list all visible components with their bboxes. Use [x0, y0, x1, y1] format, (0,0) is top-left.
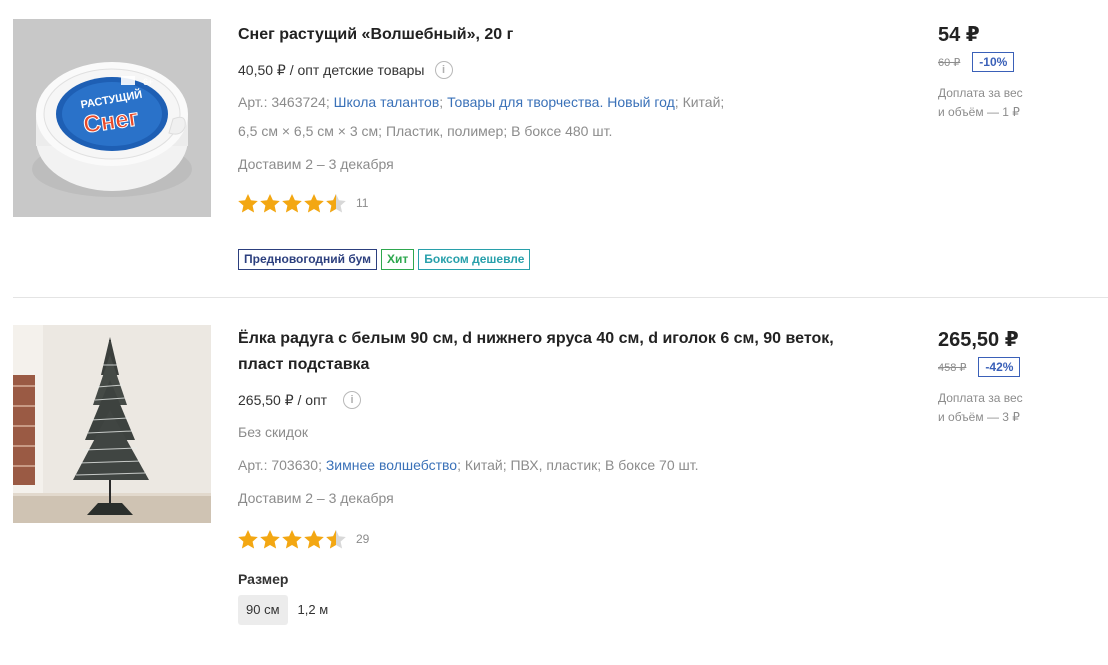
delivery-date: Доставим 2 – 3 декабря: [238, 490, 394, 506]
tag-preholiday[interactable]: Предновогодний бум: [238, 249, 377, 270]
star-icon: [282, 529, 302, 548]
star-icon: [304, 193, 324, 212]
size-option-90cm[interactable]: 90 см: [238, 595, 288, 625]
rating[interactable]: 29: [238, 529, 858, 549]
product-image-snow[interactable]: РАСТУЩИЙ Снег 6+: [13, 19, 211, 217]
delivery-date: Доставим 2 – 3 декабря: [238, 156, 394, 172]
no-discount: Без скидок: [238, 424, 308, 440]
reviews-count: 11: [356, 196, 369, 210]
size-option-1-2m[interactable]: 1,2 м: [290, 595, 337, 625]
price-block-2: 265,50 ₽ 458 ₽ -42% Доплата за вес и объ…: [938, 327, 1108, 427]
info-icon[interactable]: i: [434, 61, 453, 79]
star-icon: [238, 193, 258, 212]
price: 54 ₽: [938, 24, 980, 46]
star-icon: [260, 529, 280, 548]
old-price: 458 ₽: [938, 361, 967, 374]
star-icon: [304, 529, 324, 548]
product-title[interactable]: Ёлка радуга с белым 90 см, d нижнего яру…: [238, 326, 858, 378]
extra-charge: Доплата за вес и объём — 1 ₽: [938, 86, 1023, 119]
rating[interactable]: 11: [238, 193, 858, 213]
specs: 6,5 см × 6,5 см × 3 см; Пластик, полимер…: [238, 123, 613, 139]
size-selector: 90 см 1,2 м: [238, 595, 858, 625]
discount-badge: -10%: [972, 52, 1015, 72]
tags: Предновогодний бум Хит Боксом дешевле: [238, 249, 531, 270]
reviews-count: 29: [356, 532, 370, 546]
half-star-icon: [326, 529, 346, 548]
product-card-2: Ёлка радуга с белым 90 см, d нижнего яру…: [0, 298, 1108, 665]
image-badge: 6+: [143, 77, 153, 87]
opt-price: 40,50 ₽ / опт детские товары: [238, 61, 425, 78]
opt-price-row: 40,50 ₽ / опт детские товары i: [238, 60, 858, 80]
half-star-icon: [326, 193, 346, 212]
article: Арт.: 3463724;: [238, 94, 330, 110]
star-icon: [282, 193, 302, 212]
brand-link[interactable]: Зимнее волшебство: [326, 457, 457, 473]
specs: ; Китай; ПВХ, пластик; В боксе 70 шт.: [457, 457, 699, 473]
star-icon: [260, 193, 280, 212]
product-info-1: Снег растущий «Волшебный», 20 г 40,50 ₽ …: [238, 22, 858, 213]
star-icon: [238, 529, 258, 548]
opt-price: 265,50 ₽ / опт: [238, 391, 328, 408]
info-icon[interactable]: i: [343, 391, 362, 409]
country: Китай;: [682, 94, 725, 110]
category-link[interactable]: Товары для творчества. Новый год: [447, 94, 675, 110]
size-label: Размер: [238, 571, 289, 587]
opt-price-row: 265,50 ₽ / опт i: [238, 390, 858, 410]
article: Арт.: 703630;: [238, 457, 322, 473]
product-image-tree[interactable]: [13, 325, 211, 523]
discount-badge: -42%: [978, 357, 1021, 377]
product-specs: Арт.: 703630; Зимнее волшебство; Китай; …: [238, 451, 858, 480]
price-block-1: 54 ₽ 60 ₽ -10% Доплата за вес и объём — …: [938, 22, 1108, 122]
product-card-1: РАСТУЩИЙ Снег 6+ Снег растущий «Волшебны…: [0, 0, 1108, 297]
old-price: 60 ₽: [938, 56, 961, 69]
extra-charge: Доплата за вес и объём — 3 ₽: [938, 391, 1023, 424]
tag-box-cheaper[interactable]: Боксом дешевле: [418, 249, 531, 270]
price: 265,50 ₽: [938, 329, 1019, 351]
product-specs: Арт.: 3463724; Школа талантов; Товары дл…: [238, 94, 725, 139]
product-title[interactable]: Снег растущий «Волшебный», 20 г: [238, 22, 858, 48]
brand-link[interactable]: Школа талантов: [334, 94, 440, 110]
product-info-2: Ёлка радуга с белым 90 см, d нижнего яру…: [238, 326, 858, 625]
tag-hit[interactable]: Хит: [380, 249, 415, 270]
